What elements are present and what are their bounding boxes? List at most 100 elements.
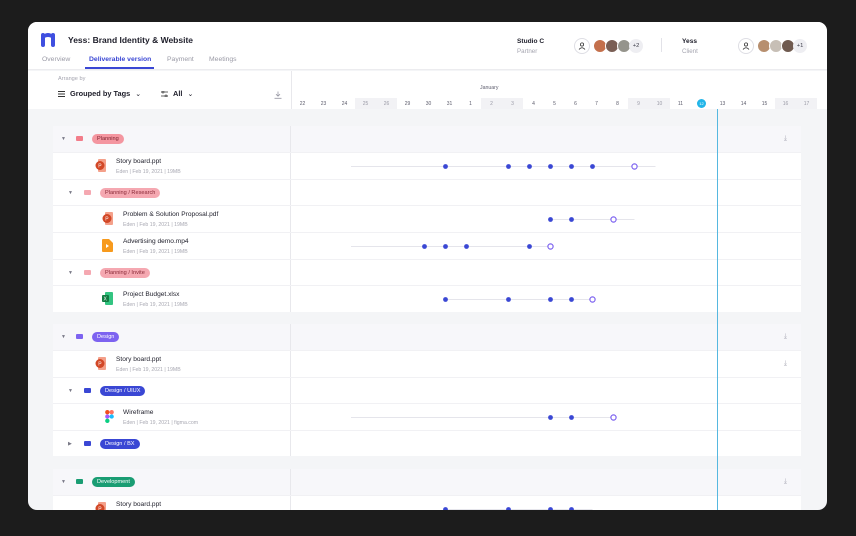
app-logo-icon[interactable] [40,32,56,48]
file-row[interactable]: P Story board.ppt [53,495,801,510]
file-row[interactable]: Wireframe Eden | Feb 19, 2021 | figma.co… [53,403,801,430]
tab-meetings[interactable]: Meetings [209,56,237,63]
tag-icon [76,334,83,339]
file-row[interactable]: P Story board.ppt Eden | Feb 19, 2021 | … [53,152,801,179]
version-dot[interactable] [443,164,448,169]
version-dot[interactable] [569,415,574,420]
file-row[interactable]: P Story board.ppt Eden | Feb 19, 2021 | … [53,350,801,377]
today-badge[interactable]: 12 [697,99,706,108]
pending-version-dot[interactable] [610,216,617,223]
download-icon[interactable]: ⤓ [784,135,787,143]
version-dot[interactable] [506,297,511,302]
file-name[interactable]: Story board.ppt [116,356,161,363]
version-dot[interactable] [443,244,448,249]
version-dot[interactable] [569,164,574,169]
version-dot[interactable] [548,217,553,222]
version-dot[interactable] [443,297,448,302]
subtag-row[interactable]: ▼ Design / UIUX [53,377,801,403]
tag-group: ▼ Design ⤓ P Story board.ppt Eden | Feb … [53,324,801,456]
tag-pill[interactable]: Development [92,477,135,487]
video-file-icon [102,239,113,252]
figma-icon [105,410,114,423]
group-header-left: ▼ Planning [53,126,291,152]
group-header-left: ▼ Design [53,324,291,350]
timeline-day: 11 [677,100,684,107]
file-name[interactable]: Story board.ppt [116,158,161,165]
subtag-pill[interactable]: Planning / Invite [100,268,150,278]
subtag-row[interactable]: ▶ Design / BX [53,430,801,456]
version-dot[interactable] [590,164,595,169]
pending-version-dot[interactable] [589,296,596,303]
file-name[interactable]: Project Budget.xlsx [123,291,179,298]
file-name[interactable]: Problem & Solution Proposal.pdf [123,211,218,218]
pending-version-dot[interactable] [631,163,638,170]
project-title[interactable]: Yess: Brand Identity & Website [68,35,193,45]
file-meta: Eden | Feb 19, 2021 | 19MB [116,367,181,373]
caret-down-icon[interactable]: ▼ [68,270,73,276]
file-row[interactable]: P Problem & Solution Proposal.pdf Eden |… [53,205,801,232]
pending-version-dot[interactable] [610,414,617,421]
file-row[interactable]: X Project Budget.xlsx Eden | Feb 19, 202… [53,285,801,312]
file-name[interactable]: Story board.ppt [116,501,161,508]
partner-people-button[interactable] [574,38,590,54]
tab-payment[interactable]: Payment [167,56,194,63]
file-row[interactable]: Advertising demo.mp4 Eden | Feb 19, 2021… [53,232,801,259]
tag-icon [76,136,83,141]
version-dot[interactable] [548,164,553,169]
file-name[interactable]: Wireframe [123,409,153,416]
timeline-day: 6 [574,100,577,107]
version-dot[interactable] [548,297,553,302]
version-dot[interactable] [569,507,574,510]
version-dot[interactable] [548,507,553,510]
more-members-badge[interactable]: +2 [629,39,643,53]
caret-down-icon[interactable]: ▼ [61,136,66,142]
pending-version-dot[interactable] [547,243,554,250]
timeline-day: 22 [299,100,306,107]
caret-down-icon[interactable]: ▼ [61,334,66,340]
version-dot[interactable] [422,244,427,249]
version-dot[interactable] [464,244,469,249]
group-header-row[interactable]: ▼ Design ⤓ [53,324,801,350]
subtag-pill[interactable]: Planning / Research [100,188,161,198]
download-icon[interactable]: ⤓ [784,478,787,486]
chevron-down-icon[interactable]: ⌄ [187,34,194,43]
file-info: P Story board.ppt Eden | Feb 19, 2021 | … [53,153,291,179]
filter-select[interactable]: All ⌄ [161,89,193,98]
subtag-row[interactable]: ▼ Planning / Invite [53,259,801,285]
caret-down-icon[interactable]: ▼ [61,479,66,485]
file-meta: Eden | Feb 19, 2021 | 19MB [123,222,188,228]
version-dot[interactable] [443,507,448,510]
client-name: Yess [682,38,698,45]
group-by-select[interactable]: Grouped by Tags ⌄ [58,89,141,98]
version-dot[interactable] [548,415,553,420]
file-name[interactable]: Advertising demo.mp4 [123,238,189,245]
subtag-pill[interactable]: Design / UIUX [100,386,146,396]
download-icon[interactable] [274,91,282,99]
download-icon[interactable]: ⤓ [784,333,787,341]
group-header-row[interactable]: ▼ Development ⤓ [53,469,801,495]
tag-pill[interactable]: Design [92,332,120,342]
excel-icon: X [102,292,113,305]
caret-down-icon[interactable]: ▼ [68,388,73,394]
version-dot[interactable] [569,297,574,302]
subtag-pill[interactable]: Design / BX [100,439,140,449]
version-dot[interactable] [527,164,532,169]
tag-pill[interactable]: Planning [92,134,124,144]
tag-icon [84,388,91,393]
download-icon[interactable]: ⤓ [784,360,787,368]
version-dot[interactable] [506,164,511,169]
tag-icon [84,270,91,275]
caret-down-icon[interactable]: ▼ [68,190,73,196]
list-icon [58,90,65,97]
version-dot[interactable] [569,217,574,222]
caret-right-icon[interactable]: ▶ [68,441,72,447]
group-header-row[interactable]: ▼ Planning ⤓ [53,126,801,152]
tab-deliverable-version[interactable]: Deliverable version [89,56,151,63]
version-dot[interactable] [527,244,532,249]
subtag-row[interactable]: ▼ Planning / Research [53,179,801,205]
timeline-day: 2 [481,98,502,109]
tab-overview[interactable]: Overview [42,56,70,63]
version-dot[interactable] [506,507,511,510]
more-members-badge[interactable]: +1 [793,39,807,53]
client-people-button[interactable] [738,38,754,54]
